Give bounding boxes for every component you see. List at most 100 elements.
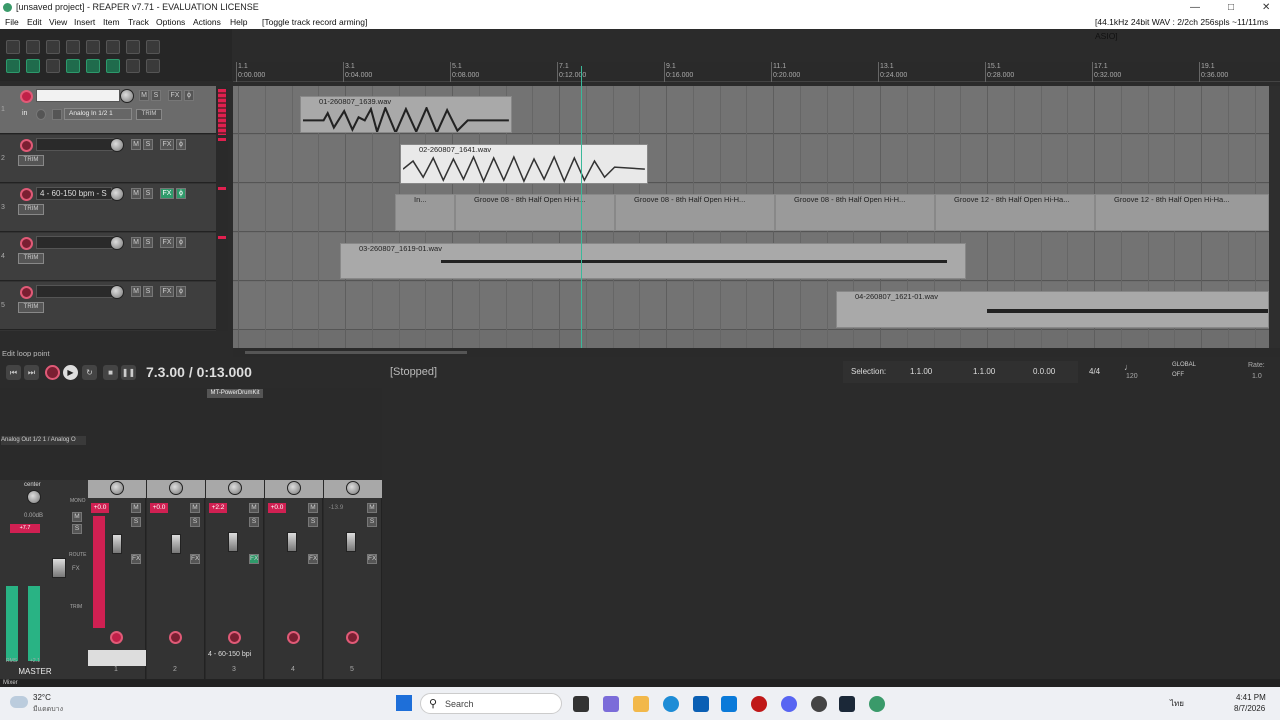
volume-readout[interactable]: +0.0 [268, 503, 286, 513]
solo-button[interactable]: S [131, 517, 141, 527]
volume-fader[interactable] [171, 534, 181, 554]
menu-edit[interactable]: Edit [27, 15, 42, 29]
pan-knob[interactable] [346, 481, 360, 495]
minimize-button[interactable]: — [1190, 0, 1200, 15]
solo-button[interactable]: S [151, 90, 161, 101]
grouping-icon[interactable] [86, 59, 100, 73]
mute-button[interactable]: M [139, 90, 149, 101]
fx-button[interactable]: FX [367, 554, 377, 564]
volume-fader[interactable] [228, 532, 238, 552]
track-5-header[interactable]: 5 M S FX ϕ TRIM [0, 282, 216, 330]
language-indicator[interactable]: ไทย [1170, 697, 1184, 710]
reaper-taskbar-icon[interactable] [869, 696, 885, 712]
grid-icon[interactable] [46, 59, 60, 73]
clock-date[interactable]: 8/7/2026 [1234, 704, 1265, 713]
app-red-icon[interactable] [751, 696, 767, 712]
mute-button[interactable]: M [131, 503, 141, 513]
close-button[interactable]: ✕ [1262, 0, 1270, 15]
record-arm-button[interactable] [20, 139, 33, 152]
track-3-header[interactable]: 3 4 - 60-150 bpm - S M S FX ϕ TRIM [0, 184, 216, 232]
volume-fader[interactable] [346, 532, 356, 552]
master-fx-button[interactable]: FX [72, 566, 80, 572]
fx-button[interactable]: FX [160, 237, 174, 248]
selection-start[interactable]: 1.1.00 [910, 367, 932, 376]
record-arm-button[interactable] [287, 631, 300, 644]
mono-button[interactable]: MONO [70, 498, 86, 504]
mute-button[interactable]: M [190, 503, 200, 513]
fx-button[interactable]: FX [249, 554, 259, 564]
search-box[interactable]: ⚲ Search [420, 693, 562, 714]
time-display[interactable]: 7.3.00 / 0:13.000 [146, 364, 252, 380]
tempo-value[interactable]: 120 [1126, 373, 1138, 380]
edge-icon[interactable] [663, 696, 679, 712]
record-arm-button[interactable] [169, 631, 182, 644]
menu-track[interactable]: Track [128, 15, 149, 29]
channel-name-area[interactable] [88, 650, 146, 666]
record-arm-button[interactable] [346, 631, 359, 644]
phase-button[interactable]: ϕ [176, 237, 186, 248]
mute-button[interactable]: M [131, 286, 141, 297]
horizontal-scrollbar[interactable] [233, 348, 1280, 357]
start-icon[interactable] [396, 695, 412, 711]
redo-icon[interactable] [106, 40, 120, 54]
vertical-scrollbar[interactable] [1269, 86, 1280, 348]
menu-help[interactable]: Help [230, 15, 247, 29]
volume-readout[interactable]: -13.9 [327, 503, 345, 513]
solo-button[interactable]: S [143, 188, 153, 199]
maximize-button[interactable]: □ [1228, 0, 1234, 15]
pan-knob[interactable] [287, 481, 301, 495]
master-fader[interactable] [52, 558, 66, 578]
phase-button[interactable]: ϕ [184, 90, 194, 101]
master-peak[interactable]: +7.7 [10, 524, 40, 533]
mute-button[interactable]: M [131, 139, 141, 150]
volume-knob[interactable] [110, 236, 124, 250]
arrange-view[interactable]: 01-260807_1639.wav 02-260807_1641.wav In… [233, 86, 1269, 348]
store-icon[interactable] [693, 696, 709, 712]
ripple-edit-icon[interactable] [26, 59, 40, 73]
pan-knob[interactable] [110, 481, 124, 495]
metronome-icon[interactable] [126, 40, 140, 54]
undo-icon[interactable] [86, 40, 100, 54]
phase-button[interactable]: ϕ [176, 286, 186, 297]
track-2-header[interactable]: 2 M S FX ϕ TRIM [0, 135, 216, 183]
stop-icon[interactable]: ■ [103, 365, 118, 380]
solo-button[interactable]: S [143, 286, 153, 297]
track-4-header[interactable]: 4 M S FX ϕ TRIM [0, 233, 216, 281]
auto-crossfade-icon[interactable] [66, 59, 80, 73]
open-project-icon[interactable] [26, 40, 40, 54]
lock-icon[interactable] [126, 59, 140, 73]
menu-insert[interactable]: Insert [74, 15, 95, 29]
track-name-field[interactable] [36, 138, 120, 151]
go-to-end-icon[interactable]: ⏭ [24, 365, 39, 380]
monitor-button[interactable] [36, 109, 46, 120]
media-item[interactable]: 04-260807_1621-01.wav [836, 291, 1269, 328]
envelope-tool-icon[interactable] [146, 59, 160, 73]
phase-button[interactable]: ϕ [176, 139, 186, 150]
fx-button[interactable]: FX [168, 90, 182, 101]
track-lane-2[interactable] [233, 135, 1269, 183]
master-solo[interactable]: S [72, 524, 82, 534]
media-item[interactable]: 01-260807_1639.wav [300, 96, 512, 133]
discord-icon[interactable] [781, 696, 797, 712]
media-item[interactable]: 02-260807_1641.wav [400, 144, 648, 184]
toolbar-extra-icon[interactable] [146, 40, 160, 54]
copilot-icon[interactable] [603, 696, 619, 712]
record-arm-button[interactable] [20, 90, 33, 103]
play-cursor[interactable] [581, 66, 582, 348]
audio-status[interactable]: [44.1kHz 24bit WAV : 2/2ch 256spls ~11/1… [1095, 15, 1280, 43]
file-explorer-icon[interactable] [633, 696, 649, 712]
volume-fader[interactable] [112, 534, 122, 554]
master-trim[interactable]: TRIM [70, 604, 82, 610]
trim-button[interactable]: TRIM [18, 155, 44, 166]
track-name-field[interactable] [36, 285, 120, 298]
fx-button[interactable]: FX [190, 554, 200, 564]
solo-button[interactable]: S [249, 517, 259, 527]
app-dark-icon[interactable] [811, 696, 827, 712]
task-view-icon[interactable] [573, 696, 589, 712]
fx-slot[interactable]: MT-PowerDrumKit [207, 389, 263, 398]
track-1-header[interactable]: 1 M S FX ϕ in Analog In 1/2 1 TRIM [0, 86, 216, 134]
master-mute[interactable]: M [72, 512, 82, 522]
volume-knob[interactable] [110, 187, 124, 201]
menu-file[interactable]: File [5, 15, 19, 29]
record-arm-button[interactable] [20, 188, 33, 201]
